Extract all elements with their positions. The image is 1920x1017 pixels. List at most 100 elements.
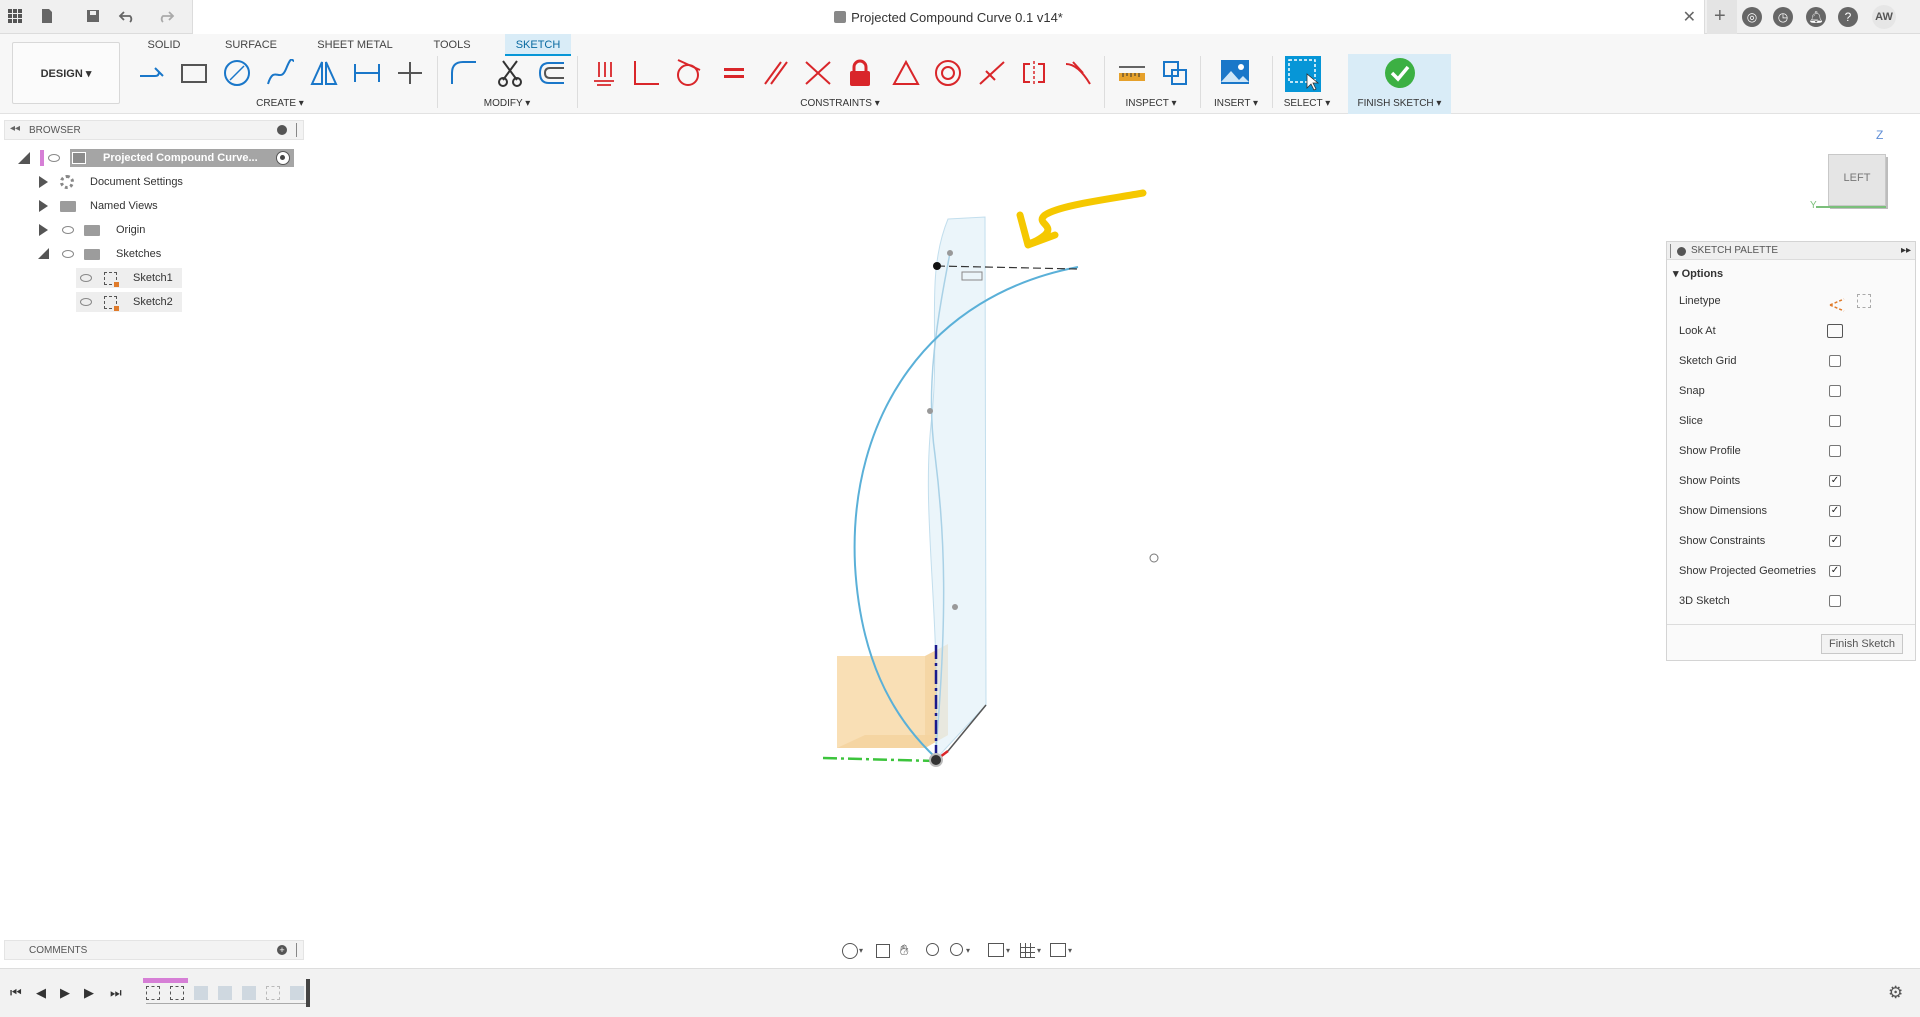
document-tab[interactable]: Projected Compound Curve 0.1 v14* ✕ [192, 0, 1705, 34]
insert-image-icon[interactable] [1217, 56, 1253, 90]
dimension-tool-icon[interactable] [349, 56, 385, 90]
comments-panel-header[interactable]: COMMENTS + [4, 940, 304, 960]
grid-settings-icon[interactable] [1020, 943, 1035, 958]
save-icon[interactable] [84, 8, 102, 26]
midpoint-constraint-icon[interactable] [974, 56, 1010, 90]
mirror-tool-icon[interactable] [306, 56, 342, 90]
play-icon[interactable]: ▶︎ [60, 985, 70, 1001]
redo-icon[interactable] [157, 8, 175, 26]
trim-tool-icon[interactable] [492, 56, 528, 90]
sketch-point[interactable] [1149, 553, 1159, 563]
timeline-feature-icon[interactable] [218, 986, 232, 1000]
add-comment-icon[interactable]: + [277, 945, 287, 955]
construction-linetype-icon[interactable] [1829, 294, 1845, 312]
workspace-switcher[interactable]: DESIGN ▾ [12, 42, 120, 104]
timeline-sketch2-icon[interactable] [170, 986, 184, 1000]
equal-constraint-icon[interactable] [716, 56, 752, 90]
perpendicular-constraint-icon[interactable] [628, 56, 664, 90]
show-dimensions-checkbox[interactable]: ✓ [1829, 505, 1841, 517]
rectangle-tool-icon[interactable] [176, 56, 212, 90]
pan-hand-icon[interactable]: ✋︎ [900, 942, 909, 959]
timeline-feature-icon[interactable] [242, 986, 256, 1000]
curvature-constraint-icon[interactable] [1060, 56, 1096, 90]
insert-menu[interactable]: INSERT ▾ [1208, 98, 1264, 109]
sketch-point[interactable] [947, 250, 953, 256]
fillet-tool-icon[interactable] [446, 56, 482, 90]
measure-tool-icon[interactable] [1114, 56, 1150, 90]
sketch-grid-checkbox[interactable] [1829, 355, 1841, 367]
view-cube[interactable]: Z LEFT Y [1810, 128, 1890, 211]
timeline-settings-gear-icon[interactable]: ⚙︎ [1888, 983, 1903, 1003]
symmetry-triangle-icon[interactable] [888, 56, 924, 90]
spline-tool-icon[interactable] [263, 56, 299, 90]
sketch-point[interactable] [952, 604, 958, 610]
modify-menu[interactable]: MODIFY ▾ [477, 98, 537, 109]
show-profile-checkbox[interactable] [1829, 445, 1841, 457]
file-menu-icon[interactable] [38, 8, 56, 26]
tab-sheet-metal[interactable]: SHEET METAL [316, 34, 394, 56]
step-forward-icon[interactable]: ▶︎ [84, 985, 94, 1001]
zoom-icon[interactable] [926, 943, 939, 956]
inspect-menu[interactable]: INSPECT ▾ [1118, 98, 1184, 109]
display-settings-icon[interactable] [988, 943, 1004, 957]
offset-tool-icon[interactable] [534, 56, 570, 90]
grid-dropdown-icon[interactable]: ▾ [1037, 946, 1041, 955]
coincident-constraint-icon[interactable] [800, 56, 836, 90]
interference-tool-icon[interactable] [1157, 56, 1193, 90]
tab-tools[interactable]: TOOLS [428, 34, 476, 56]
sketch-palette-header[interactable]: SKETCH PALETTE ▸▸ [1667, 242, 1915, 260]
select-tool-icon[interactable] [1283, 54, 1331, 94]
snap-checkbox[interactable] [1829, 385, 1841, 397]
show-projected-geometries-checkbox[interactable]: ✓ [1829, 565, 1841, 577]
concentric-constraint-icon[interactable] [930, 56, 966, 90]
look-at-icon[interactable] [1827, 324, 1843, 338]
options-section-toggle[interactable]: ▾ Options [1673, 264, 1723, 284]
sketch-point[interactable] [927, 408, 933, 414]
orbit-dropdown-icon[interactable]: ▾ [859, 946, 863, 955]
step-back-icon[interactable]: ◀︎ [36, 985, 46, 1001]
tab-surface[interactable]: SURFACE [222, 34, 280, 56]
constraints-menu[interactable]: CONSTRAINTS ▾ [790, 98, 890, 109]
origin-point[interactable] [929, 753, 943, 767]
notifications-icon[interactable]: 🔔︎ [1806, 7, 1826, 27]
parallel-constraint-icon[interactable] [758, 56, 794, 90]
sketch-point[interactable] [933, 262, 941, 270]
slice-checkbox[interactable] [1829, 415, 1841, 427]
timeline-feature-icon[interactable] [194, 986, 208, 1000]
tab-solid[interactable]: SOLID [138, 34, 190, 56]
zoom-dropdown-icon[interactable]: ▾ [966, 946, 970, 955]
fit-icon[interactable] [950, 943, 963, 956]
symmetry-constraint-icon[interactable] [1016, 56, 1052, 90]
palette-finish-sketch-button[interactable]: Finish Sketch [1821, 634, 1903, 654]
timeline-feature-icon[interactable] [266, 986, 280, 1000]
palette-minimize-icon[interactable] [1677, 247, 1686, 256]
extensions-icon[interactable]: ◎ [1742, 7, 1762, 27]
circle-tool-icon[interactable] [219, 56, 255, 90]
line-tool-icon[interactable] [134, 56, 170, 90]
timeline-feature-icon[interactable] [290, 986, 304, 1000]
viewports-icon[interactable] [1050, 943, 1066, 957]
timeline-sketch1-icon[interactable] [146, 986, 160, 1000]
select-menu[interactable]: SELECT ▾ [1276, 98, 1338, 109]
new-tab-button[interactable]: + [1707, 0, 1737, 34]
tab-sketch[interactable]: SKETCH [505, 34, 571, 56]
palette-drag-handle[interactable] [1670, 244, 1671, 258]
show-constraints-checkbox[interactable]: ✓ [1829, 535, 1841, 547]
point-tool-icon[interactable] [392, 56, 428, 90]
help-icon[interactable]: ? [1838, 7, 1858, 27]
go-to-start-icon[interactable]: ⏮︎ [10, 985, 22, 1001]
centerline-linetype-icon[interactable] [1857, 294, 1871, 308]
close-tab-icon[interactable]: ✕ [1683, 7, 1696, 27]
viewports-dropdown-icon[interactable]: ▾ [1068, 946, 1072, 955]
undo-icon[interactable] [118, 8, 136, 26]
3d-sketch-checkbox[interactable] [1829, 595, 1841, 607]
finish-sketch-button[interactable]: FINISH SKETCH ▾ [1348, 54, 1451, 114]
tangent-constraint-icon[interactable] [670, 56, 706, 90]
orbit-icon[interactable] [842, 943, 858, 959]
app-grid-icon[interactable] [6, 8, 24, 26]
create-menu[interactable]: CREATE ▾ [250, 98, 310, 109]
sketch-canvas[interactable] [0, 115, 1660, 935]
fix-constraint-icon[interactable] [586, 56, 622, 90]
display-dropdown-icon[interactable]: ▾ [1006, 946, 1010, 955]
show-points-checkbox[interactable]: ✓ [1829, 475, 1841, 487]
